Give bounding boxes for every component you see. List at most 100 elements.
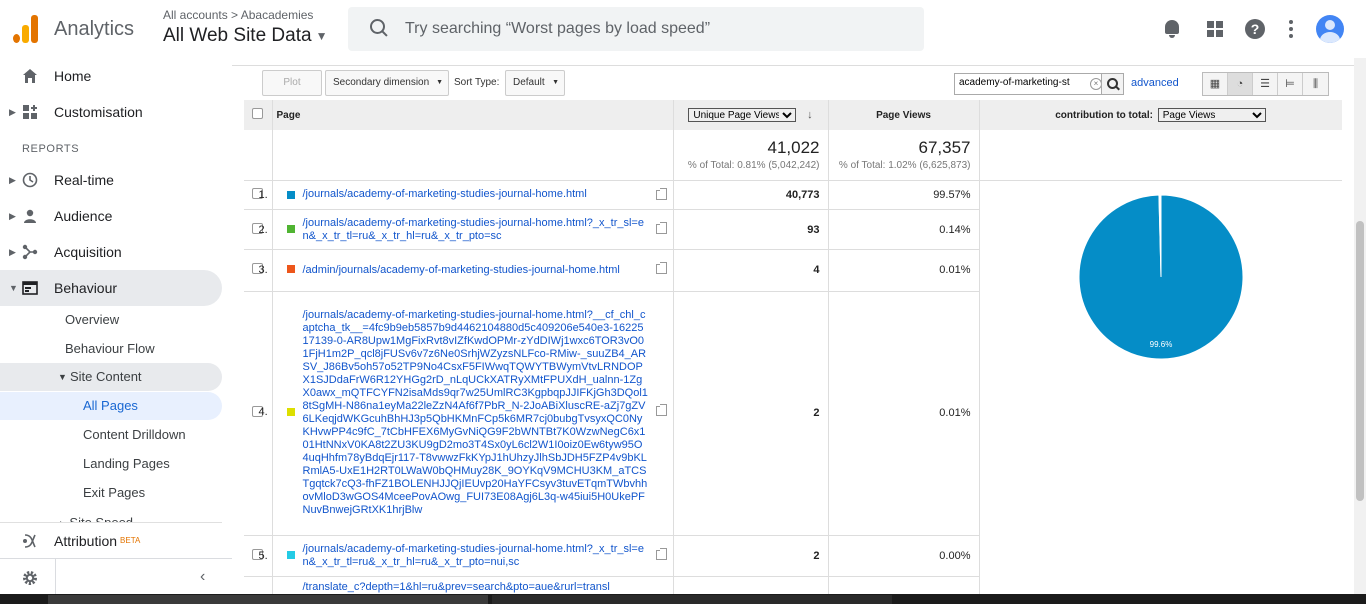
external-link-icon[interactable] (655, 187, 667, 200)
help-icon[interactable]: ? (1243, 17, 1267, 41)
page-link[interactable]: /journals/academy-of-marketing-studies-j… (303, 217, 644, 242)
report-content: Plot Rows Secondary dimension▼ Sort Type… (232, 58, 1356, 594)
table-view-icon[interactable]: ▦ (1203, 73, 1228, 95)
filter-search-icon[interactable] (1101, 74, 1123, 94)
page-link[interactable]: /admin/journals/academy-of-marketing-stu… (303, 264, 620, 276)
person-icon (24, 209, 36, 223)
customisation-icon (23, 105, 37, 119)
collapse-arrow-icon: ▼ (9, 283, 18, 293)
external-link-icon[interactable] (655, 262, 667, 275)
series-swatch (286, 190, 295, 199)
sidebar-item-home[interactable]: Home (0, 58, 222, 94)
notifications-bell-icon[interactable] (1160, 17, 1184, 41)
sidebar-item-landing-pages[interactable]: Landing Pages (83, 450, 170, 478)
series-swatch (286, 407, 295, 416)
select-all-cell (244, 100, 273, 130)
series-swatch (286, 551, 295, 560)
expand-arrow-icon: ▶ (9, 175, 16, 185)
divider (55, 559, 56, 594)
beta-badge: BETA (120, 536, 141, 545)
breadcrumb[interactable]: All accounts > Abacademies (163, 8, 313, 22)
expand-arrow-icon: ▶ (9, 211, 16, 221)
collapse-sidebar-chevron-icon[interactable]: ‹ (200, 568, 205, 586)
collapse-arrow-icon: ▼ (58, 372, 67, 382)
totals-unique: 41,022 % of Total: 0.81% (5,042,242) (673, 130, 829, 180)
chevron-down-icon: ▼ (315, 28, 328, 43)
chevron-down-icon: ▼ (436, 79, 443, 86)
page-link[interactable]: /journals/academy-of-marketing-studies-j… (303, 543, 644, 568)
taskbar-apps[interactable] (492, 595, 892, 604)
table-row: 1./journals/academy-of-marketing-studies… (244, 179, 1342, 594)
sort-arrow-icon[interactable]: ↓ (807, 109, 813, 121)
external-link-icon[interactable] (655, 403, 667, 416)
sidebar-item-acquisition[interactable]: ▶ Acquisition (0, 234, 222, 270)
view-toggle: ▦ ◔ ☰ ⊨ ⫼ (1202, 72, 1329, 96)
col-page-views-header[interactable]: Page Views (828, 100, 980, 130)
taskbar-search[interactable] (48, 595, 488, 604)
sort-type-dropdown[interactable]: Default ▼ (505, 70, 565, 96)
totals-row: 41,022 % of Total: 0.81% (5,042,242) 67,… (244, 130, 1342, 180)
search-icon (370, 19, 390, 39)
pie-chart: 99.6% (1078, 193, 1243, 359)
apps-grid-icon[interactable] (1203, 17, 1227, 41)
search-bar[interactable] (348, 7, 924, 51)
sidebar: Home ▶ Customisation REPORTS ▶ Real-time… (0, 58, 232, 594)
sidebar-item-all-pages[interactable]: All Pages (0, 392, 222, 420)
behaviour-icon (22, 281, 38, 295)
top-bar: Analytics All accounts > Abacademies All… (0, 0, 1366, 58)
sidebar-item-exit-pages[interactable]: Exit Pages (83, 479, 145, 507)
acquisition-icon (22, 244, 38, 260)
col-contribution-header: contribution to total: Page Views (979, 100, 1342, 130)
user-avatar[interactable] (1316, 15, 1344, 43)
select-all-checkbox[interactable] (252, 108, 264, 119)
sidebar-item-realtime[interactable]: ▶ Real-time (0, 162, 222, 198)
performance-view-icon[interactable]: ☰ (1253, 73, 1278, 95)
sidebar-item-overview[interactable]: Overview (65, 306, 119, 334)
plot-rows-button[interactable]: Plot Rows (262, 70, 322, 112)
sidebar-item-customisation[interactable]: ▶ Customisation (0, 94, 222, 130)
expand-arrow-icon: ▶ (9, 107, 16, 117)
filter-input[interactable] (959, 77, 1087, 88)
pie-view-icon[interactable]: ◔ (1228, 73, 1253, 95)
sidebar-item-content-drilldown[interactable]: Content Drilldown (83, 421, 186, 449)
pivot-view-icon[interactable]: ⫼ (1303, 73, 1328, 95)
col-page-header[interactable]: Page (272, 100, 674, 130)
totals-views: 67,357 % of Total: 1.02% (6,625,873) (828, 130, 980, 180)
pie-slice-label: 99.6% (1149, 340, 1172, 349)
clock-icon (22, 172, 38, 188)
page-link[interactable]: /translate_c?depth=1&hl=ru&prev=search&p… (303, 581, 610, 593)
advanced-filter-link[interactable]: advanced (1131, 77, 1179, 89)
sidebar-item-attribution[interactable]: Attribution BETA (0, 522, 222, 558)
page-link[interactable]: /journals/academy-of-marketing-studies-j… (303, 188, 587, 200)
gear-icon[interactable] (22, 570, 38, 586)
series-swatch (286, 224, 295, 233)
more-vert-icon[interactable] (1279, 17, 1303, 41)
expand-arrow-icon: ▶ (9, 247, 16, 257)
external-link-icon[interactable] (655, 221, 667, 234)
external-link-icon[interactable] (655, 548, 667, 561)
sidebar-item-behaviour-flow[interactable]: Behaviour Flow (65, 335, 155, 363)
vertical-scrollbar[interactable] (1354, 58, 1366, 594)
analytics-logo-icon[interactable] (13, 15, 39, 43)
app-title: Analytics (54, 18, 135, 40)
home-icon (23, 69, 37, 83)
report-header-edge (232, 58, 1356, 66)
sidebar-item-site-speed[interactable]: ▶ Site Speed (60, 509, 133, 523)
search-input[interactable] (405, 17, 905, 41)
table-filter[interactable]: × (954, 73, 1124, 95)
report-toolbar: Plot Rows Secondary dimension▼ Sort Type… (244, 68, 1344, 112)
sidebar-item-audience[interactable]: ▶ Audience (0, 198, 222, 234)
table-header-row: Page Unique Page Views ↓ Page Views cont… (244, 100, 1342, 130)
sidebar-item-behaviour[interactable]: ▼ Behaviour (0, 270, 222, 306)
scrollbar-thumb[interactable] (1356, 221, 1364, 501)
attribution-icon (23, 534, 36, 548)
page-link[interactable]: /journals/academy-of-marketing-studies-j… (303, 309, 648, 516)
property-selector[interactable]: All Web Site Data ▼ (163, 25, 327, 47)
contribution-select[interactable]: Page Views (1157, 108, 1266, 122)
comparison-view-icon[interactable]: ⊨ (1278, 73, 1303, 95)
secondary-dimension-dropdown[interactable]: Secondary dimension ▼ (325, 70, 449, 96)
metric-select[interactable]: Unique Page Views (688, 108, 797, 122)
reports-heading: REPORTS (22, 143, 80, 155)
property-name: All Web Site Data (163, 25, 312, 46)
sidebar-item-site-content[interactable]: ▼ Site Content (0, 363, 222, 391)
